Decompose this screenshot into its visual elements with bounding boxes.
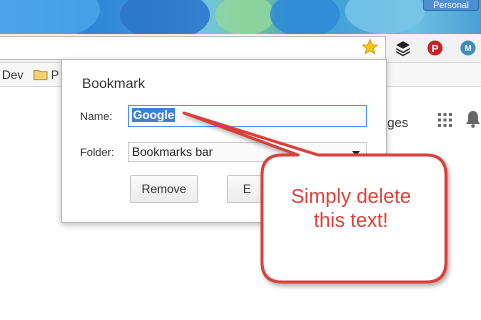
star-icon[interactable]	[361, 38, 379, 56]
apps-grid-icon[interactable]	[437, 112, 453, 128]
folder-icon	[33, 69, 48, 81]
remove-button[interactable]: Remove	[130, 175, 198, 203]
layers-icon[interactable]	[394, 39, 412, 57]
name-label: Name:	[80, 111, 113, 123]
name-value-selected[interactable]: Google	[132, 108, 176, 122]
dialog-title: Bookmark	[82, 75, 146, 91]
callout-line-2: this text!	[313, 210, 389, 232]
bookmark-dev[interactable]: Dev	[2, 68, 23, 82]
folder-select[interactable]: Bookmarks bar	[128, 142, 367, 162]
m-icon[interactable]: M	[459, 39, 477, 57]
notifications-icon[interactable]	[465, 110, 481, 128]
callout-text: Simply delete this text!	[256, 185, 446, 233]
pinterest-icon[interactable]: P	[426, 39, 444, 57]
callout-line-1: Simply delete	[290, 186, 412, 208]
folder-select-value: Bookmarks bar	[132, 145, 213, 159]
bookmark-folder[interactable]: P	[51, 68, 59, 82]
address-bar[interactable]	[0, 36, 386, 60]
browser-theme-band: Personal	[0, 0, 481, 34]
svg-text:M: M	[465, 44, 472, 53]
name-input[interactable]: Google	[128, 105, 367, 127]
svg-text:P: P	[431, 43, 438, 55]
folder-label: Folder:	[80, 147, 115, 159]
chevron-down-icon	[352, 151, 360, 156]
persona-badge[interactable]: Personal	[423, 0, 479, 11]
